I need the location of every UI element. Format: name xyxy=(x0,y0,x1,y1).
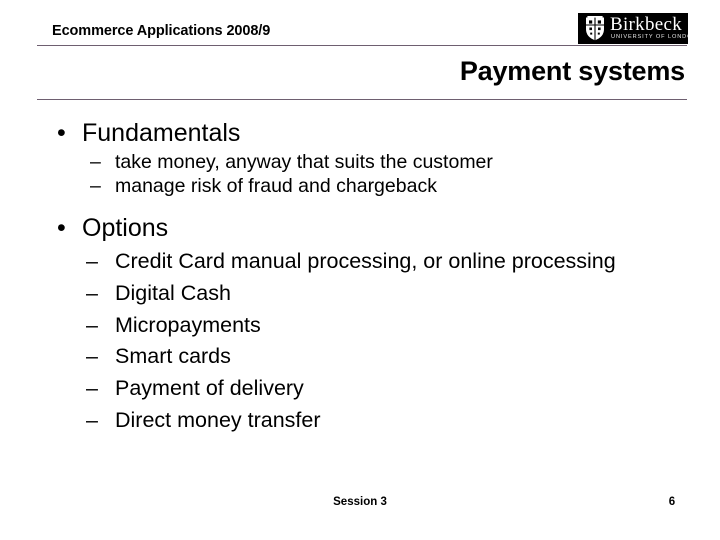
list-item-label: Credit Card manual processing, or online… xyxy=(115,249,616,273)
footer-session-label: Session 3 xyxy=(333,496,387,508)
bullet-dash-icon: – xyxy=(86,312,98,337)
bullet-dash-icon: – xyxy=(86,407,98,432)
bullet-dot-icon: • xyxy=(57,119,66,147)
list-item: – Credit Card manual processing, or onli… xyxy=(0,246,720,278)
logo-wordmark: Birkbeck xyxy=(610,14,683,35)
bullet-dash-icon: – xyxy=(86,344,98,369)
list-item-label: Micropayments xyxy=(115,312,261,337)
bullet-dash-icon: – xyxy=(86,249,98,273)
list-item: – Direct money transfer xyxy=(0,405,720,437)
bullet-dot-icon: • xyxy=(57,214,66,242)
list-item-label: take money, anyway that suits the custom… xyxy=(115,151,493,173)
bullet-dash-icon: – xyxy=(90,151,101,173)
page-number: 6 xyxy=(668,496,676,508)
slide-body: • Fundamentals – take money, anyway that… xyxy=(0,118,720,437)
shield-crest-icon xyxy=(586,16,604,41)
list-item: – Micropayments xyxy=(0,310,720,342)
section-heading-options: • Options xyxy=(0,213,720,243)
birkbeck-logo: Birkbeck UNIVERSITY OF LONDON xyxy=(578,13,688,44)
slide-title: Payment systems xyxy=(459,56,685,86)
section-heading-label: Fundamentals xyxy=(82,119,241,147)
list-item: – Smart cards xyxy=(0,341,720,373)
list-item-label: manage risk of fraud and chargeback xyxy=(115,174,437,197)
slide-header: Ecommerce Applications 2008/9 Birkbeck U… xyxy=(0,0,720,48)
header-divider xyxy=(37,45,687,46)
list-item-label: Smart cards xyxy=(115,344,231,369)
list-item-label: Direct money transfer xyxy=(115,407,321,432)
list-item: – Payment of delivery xyxy=(0,373,720,405)
list-item: – take money, anyway that suits the cust… xyxy=(0,151,720,175)
title-divider xyxy=(37,99,687,100)
section-heading-label: Options xyxy=(82,214,169,242)
slide: Ecommerce Applications 2008/9 Birkbeck U… xyxy=(0,0,720,540)
logo-subtitle: UNIVERSITY OF LONDON xyxy=(611,34,688,40)
list-item-label: Payment of delivery xyxy=(115,376,304,401)
bullet-dash-icon: – xyxy=(90,174,101,197)
list-item-label: Digital Cash xyxy=(115,280,231,305)
course-title: Ecommerce Applications 2008/9 xyxy=(52,23,271,39)
bullet-dash-icon: – xyxy=(86,280,98,305)
bullet-dash-icon: – xyxy=(86,376,98,401)
section-heading-fundamentals: • Fundamentals xyxy=(0,118,720,148)
list-item: – manage risk of fraud and chargeback xyxy=(0,175,720,199)
list-item: – Digital Cash xyxy=(0,278,720,310)
